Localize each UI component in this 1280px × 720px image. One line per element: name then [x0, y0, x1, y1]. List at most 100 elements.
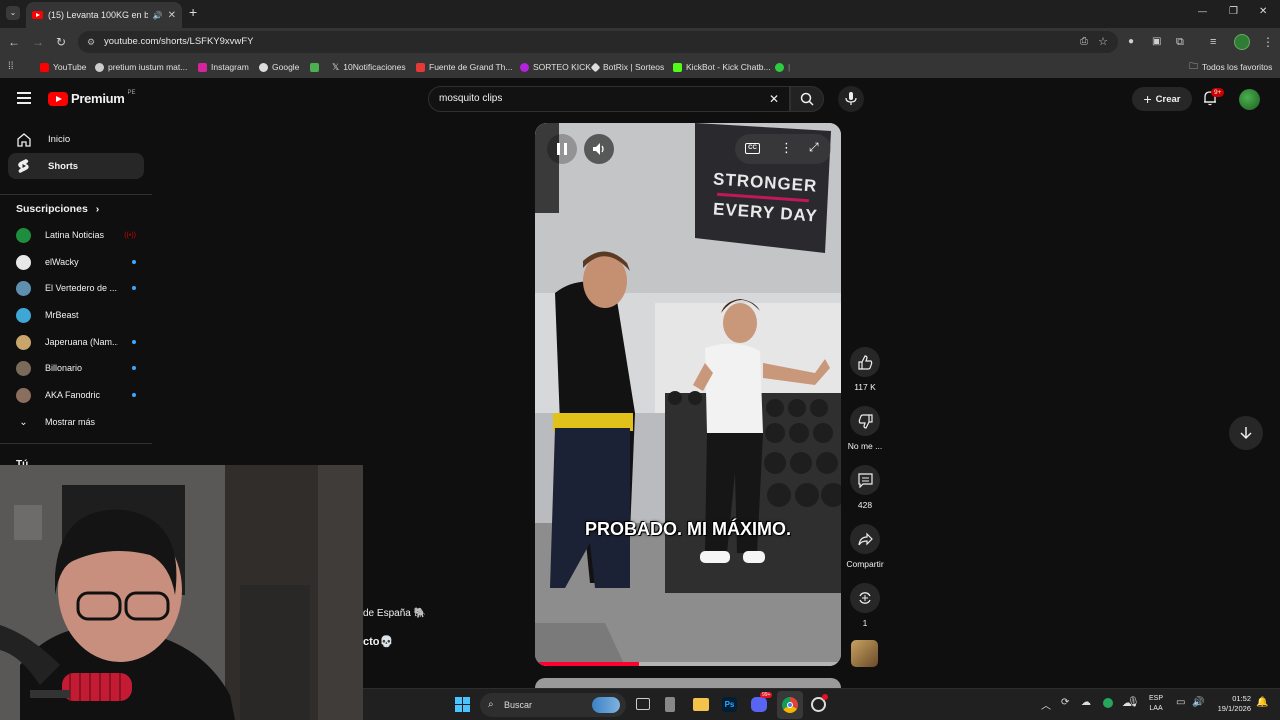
dislike-button[interactable] [850, 406, 880, 436]
reading-list-icon[interactable]: ≡ [1210, 35, 1216, 49]
account-avatar[interactable] [1239, 89, 1260, 110]
bookmark-gta[interactable]: Fuente de Grand Th... [416, 60, 512, 74]
clock[interactable]: 01:52 19/1/2026 [1209, 694, 1251, 714]
x-logo-icon: 𝕏 [332, 61, 340, 72]
minimize-button[interactable]: — [1198, 6, 1207, 16]
discord-icon[interactable]: 99+ [751, 692, 773, 712]
start-button[interactable] [455, 697, 470, 712]
profile-avatar[interactable] [1234, 34, 1250, 50]
microphone-tray-icon[interactable]: 🎙 [1127, 697, 1140, 708]
next-video-button[interactable] [1229, 416, 1263, 450]
file-explorer-icon[interactable] [693, 698, 709, 711]
all-bookmarks[interactable]: 🗀 Todos los favoritos [1189, 60, 1272, 74]
bookmark-youtube[interactable]: YouTube [40, 60, 86, 74]
volume-icon [593, 143, 604, 155]
subscription-latina-noticias[interactable]: Latina Noticias ((•)) [16, 225, 136, 245]
install-app-icon[interactable]: ⎙ [1080, 31, 1088, 53]
tray-chevron-icon[interactable]: ︿ [1041, 697, 1051, 712]
bookmark-badge[interactable]: | [775, 60, 790, 74]
sidebar-item-shorts[interactable]: Shorts [8, 153, 144, 179]
sidebar-item-inicio[interactable]: Inicio [8, 126, 144, 152]
extensions-puzzle-icon[interactable]: ⧉ [1176, 35, 1184, 49]
chrome-menu-icon[interactable]: ⋮ [1262, 35, 1274, 49]
subscription-japeruana[interactable]: Japeruana (Nam... [16, 332, 136, 352]
bookmark-notificaciones[interactable]: 𝕏 10Notificaciones [332, 60, 406, 74]
browser-tab-active[interactable]: (15) Levanta 100KG en bíce 🔊 ✕ [26, 2, 182, 28]
tab-close-icon[interactable]: ✕ [168, 10, 176, 21]
back-icon[interactable]: ← [8, 35, 20, 49]
notification-center-icon[interactable]: 🔔 [1256, 697, 1268, 708]
voice-search-button[interactable] [838, 86, 864, 112]
show-more-button[interactable]: ⌄ Mostrar más [16, 412, 136, 432]
address-bar[interactable]: ⚙ youtube.com/shorts/LSFKY9xvwFY ⎙ ☆ [78, 31, 1118, 53]
taskbar-search-icon: ⌕ [488, 699, 494, 710]
extension-2-icon[interactable]: ▣ [1152, 35, 1161, 49]
subscription-el-vertedero[interactable]: El Vertedero de ... [16, 278, 136, 298]
sound-thumbnail[interactable] [851, 640, 878, 667]
tab-search-button[interactable]: ⌄ [6, 6, 20, 20]
notifications-button[interactable]: 9+ [1202, 88, 1225, 108]
next-short-preview[interactable] [535, 678, 841, 688]
subscriptions-header[interactable]: Suscripciones › [16, 203, 99, 215]
new-tab-button[interactable]: + [189, 4, 197, 20]
sidebar: Inicio Shorts Suscripciones › Latina Not… [0, 120, 155, 470]
volume-button[interactable] [584, 134, 614, 164]
remix-button[interactable] [850, 583, 880, 613]
taskbar-search[interactable]: ⌕ Buscar [480, 693, 626, 717]
site-info-icon[interactable]: ⚙ [87, 31, 95, 53]
bookmark-botrix[interactable]: BotRix | Sorteos [590, 60, 664, 74]
youtube-logo[interactable]: Premium PE [48, 90, 136, 106]
tray-icon-3[interactable] [1103, 698, 1113, 708]
like-button[interactable] [850, 347, 880, 377]
speaker-icon[interactable]: 🔊 [153, 11, 163, 20]
hamburger-menu-icon[interactable] [17, 92, 31, 104]
bookmark-kickbot[interactable]: KickBot - Kick Chatb... [673, 60, 771, 74]
comment-action[interactable]: 428 [844, 465, 886, 510]
youtube-logo-icon [48, 91, 68, 106]
dislike-action[interactable]: No me ... [844, 406, 886, 451]
language-indicator[interactable]: ESP LAA [1149, 694, 1163, 714]
create-button[interactable]: + Crear [1132, 87, 1192, 111]
remix-action[interactable]: 1 [844, 583, 886, 628]
shorts-video-player[interactable]: STRONGER EVERY DAY PROBADO. MI MÁXIMO. C… [535, 123, 841, 666]
forward-icon[interactable]: → [32, 35, 44, 49]
photoshop-icon[interactable]: Ps [722, 697, 737, 712]
search-input[interactable]: mosquito clips ✕ [428, 86, 790, 112]
subscription-billonario[interactable]: Billonario [16, 358, 136, 378]
tray-icon-1[interactable]: ⟳ [1061, 697, 1069, 708]
progress-track[interactable] [535, 662, 841, 666]
bookmark-pretium[interactable]: pretium iustum mat... [95, 60, 187, 74]
captions-icon[interactable]: CC [745, 143, 760, 154]
bookmark-star-icon[interactable]: ☆ [1098, 31, 1108, 53]
reload-icon[interactable]: ↻ [56, 35, 66, 49]
dislike-label: No me ... [847, 441, 883, 451]
network-icon[interactable]: ▭ [1176, 697, 1185, 708]
bookmark-sorteo-kick[interactable]: SORTEO KICK [520, 60, 591, 74]
subscription-mrbeast[interactable]: MrBeast [16, 305, 136, 325]
subscription-aka-fanodric[interactable]: AKA Fanodric [16, 385, 136, 405]
app-icon-1[interactable] [665, 697, 675, 712]
search-button[interactable] [790, 86, 824, 112]
share-action[interactable]: Compartir [844, 524, 886, 569]
bookmark-google[interactable]: Google [259, 60, 299, 74]
comment-button[interactable] [850, 465, 880, 495]
like-action[interactable]: 117 K [844, 347, 886, 392]
chrome-taskbar-icon[interactable] [777, 691, 803, 719]
bookmark-instagram[interactable]: Instagram [198, 60, 249, 74]
bookmark-colorful[interactable] [310, 60, 319, 74]
more-options-icon[interactable]: ⋮ [780, 140, 793, 156]
apps-grid-icon[interactable]: ⁞⁞ [8, 60, 14, 74]
share-button[interactable] [850, 524, 880, 554]
onedrive-icon[interactable]: ☁ [1081, 697, 1091, 708]
restore-button[interactable]: ❐ [1229, 6, 1238, 17]
pause-button[interactable] [547, 134, 577, 164]
obs-icon[interactable] [811, 694, 828, 712]
task-view-icon[interactable] [636, 698, 650, 710]
comment-icon [857, 472, 873, 488]
window-close-button[interactable]: ✕ [1259, 6, 1267, 17]
fullscreen-icon[interactable]: ⤢ [809, 140, 819, 155]
volume-tray-icon[interactable]: 🔊 [1192, 697, 1204, 708]
subscription-elwacky[interactable]: elWacky [16, 252, 136, 272]
clear-search-icon[interactable]: ✕ [769, 87, 779, 111]
extension-1-icon[interactable]: ● [1128, 35, 1134, 49]
